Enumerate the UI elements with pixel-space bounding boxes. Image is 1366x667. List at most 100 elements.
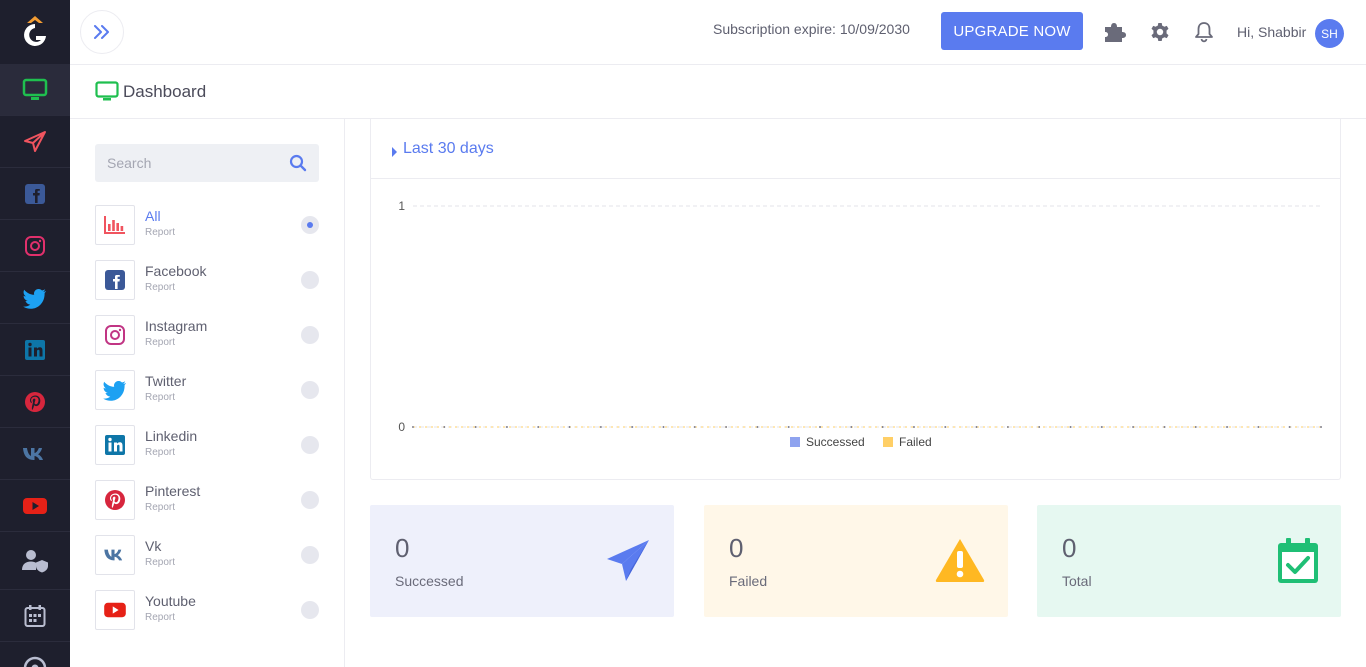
data-point: [1226, 426, 1228, 428]
report-item-youtube[interactable]: Youtube Report: [95, 590, 325, 632]
rail-item-youtube[interactable]: [0, 480, 70, 532]
data-point: [756, 426, 759, 428]
rail-item-pinterest[interactable]: [0, 376, 70, 428]
search-input[interactable]: [107, 144, 287, 182]
report-radio[interactable]: [301, 381, 319, 399]
rail-item-vk[interactable]: [0, 428, 70, 480]
report-radio[interactable]: [301, 601, 319, 619]
data-point: [1100, 426, 1103, 428]
settings-button[interactable]: [1148, 20, 1172, 44]
app-logo[interactable]: [0, 0, 70, 64]
data-point: [1069, 426, 1072, 428]
facebook-icon: [95, 260, 135, 300]
report-item-pinterest[interactable]: Pinterest Report: [95, 480, 325, 522]
puzzle-icon: [1105, 23, 1126, 42]
data-point: [1163, 426, 1166, 428]
report-radio[interactable]: [301, 271, 319, 289]
linkedin-icon: [95, 425, 135, 465]
stat-label: Successed: [395, 573, 464, 589]
report-item-all[interactable]: All Report: [95, 205, 325, 247]
report-item-label: Linkedin: [145, 428, 198, 444]
report-radio[interactable]: [301, 216, 319, 234]
rail-item-twitter[interactable]: [0, 272, 70, 324]
rail-item-calendar[interactable]: [0, 590, 70, 642]
bell-icon: [1195, 22, 1213, 43]
avatar[interactable]: SH: [1315, 19, 1344, 48]
report-list-panel: All Report Facebook Report Instagram Rep…: [70, 119, 345, 667]
rail-item-facebook[interactable]: [0, 168, 70, 220]
twitter-icon: [23, 288, 46, 309]
rail-item-campaigns[interactable]: [0, 116, 70, 168]
rail-item-dashboard[interactable]: [0, 64, 70, 116]
rail-item-users[interactable]: [0, 532, 70, 590]
data-point: [474, 426, 477, 428]
page-title: Dashboard: [123, 82, 207, 101]
legend-swatch: [790, 437, 800, 447]
report-radio[interactable]: [301, 491, 319, 509]
report-item-label: Twitter: [145, 373, 187, 389]
y-tick-label: 0: [398, 420, 405, 434]
page-title-bar: Dashboard: [70, 65, 1366, 119]
plugins-button[interactable]: [1103, 20, 1127, 44]
top-header: Subscription expire: 10/09/2030 UPGRADE …: [70, 0, 1366, 65]
data-point: [1288, 426, 1291, 428]
send-icon: [24, 130, 46, 152]
report-item-linkedin[interactable]: Linkedin Report: [95, 425, 325, 467]
youtube-icon: [95, 590, 135, 630]
calendar-icon: [24, 604, 46, 627]
report-radio[interactable]: [301, 436, 319, 454]
monitor-icon: [22, 78, 48, 100]
report-item-label: Facebook: [145, 263, 207, 279]
report-item-sublabel: Report: [145, 282, 176, 293]
data-point: [693, 426, 696, 428]
report-item-label: All: [145, 208, 161, 224]
instagram-icon: [95, 315, 135, 355]
rail-item-instagram[interactable]: [0, 220, 70, 272]
date-range-label[interactable]: Last 30 days: [403, 140, 494, 158]
rail-item-more[interactable]: [0, 642, 70, 667]
data-point: [631, 426, 634, 428]
stat-card-total: 0 Total: [1037, 505, 1341, 617]
line-chart: 0 1 Successed Failed: [398, 199, 1322, 449]
report-item-facebook[interactable]: Facebook Report: [95, 260, 325, 302]
data-point: [1006, 426, 1009, 428]
stat-card-successed: 0 Successed: [370, 505, 674, 617]
bar-chart-icon: [95, 205, 135, 245]
data-point: [568, 426, 571, 428]
report-radio[interactable]: [301, 326, 319, 344]
data-point: [881, 426, 884, 428]
notifications-button[interactable]: [1192, 20, 1216, 44]
upgrade-now-button[interactable]: UPGRADE NOW: [941, 12, 1083, 50]
gear-icon: [1151, 23, 1169, 41]
data-point: [1257, 426, 1260, 428]
report-item-label: Pinterest: [145, 483, 201, 499]
report-item-label: Instagram: [145, 318, 208, 334]
chart-header[interactable]: Last 30 days: [371, 119, 1340, 179]
data-point: [913, 426, 915, 428]
warning-icon: [934, 537, 986, 588]
chart-card: Last 30 days 0 1 Successed Failed: [370, 119, 1341, 480]
monitor-icon: [95, 81, 119, 108]
sidebar-toggle-button[interactable]: [80, 10, 124, 54]
stat-value: 0: [395, 533, 410, 563]
report-radio[interactable]: [301, 546, 319, 564]
report-item-sublabel: Report: [145, 612, 176, 623]
report-item-twitter[interactable]: Twitter Report: [95, 370, 325, 412]
stat-card-failed: 0 Failed: [704, 505, 1008, 617]
report-item-label: Youtube: [145, 593, 196, 609]
target-icon: [23, 656, 47, 667]
stat-value: 0: [729, 533, 744, 563]
calendar-check-icon: [1277, 537, 1319, 590]
instagram-icon: [25, 235, 45, 256]
report-item-sublabel: Report: [145, 502, 176, 513]
report-item-vk[interactable]: Vk Report: [95, 535, 325, 577]
user-shield-icon: [22, 549, 48, 572]
data-point: [412, 426, 414, 428]
pinterest-icon: [25, 391, 45, 412]
search-icon[interactable]: [289, 154, 307, 177]
data-point: [975, 426, 978, 428]
report-item-sublabel: Report: [145, 337, 176, 348]
report-item-instagram[interactable]: Instagram Report: [95, 315, 325, 357]
rail-item-linkedin[interactable]: [0, 324, 70, 376]
legend-label: Failed: [899, 435, 932, 449]
